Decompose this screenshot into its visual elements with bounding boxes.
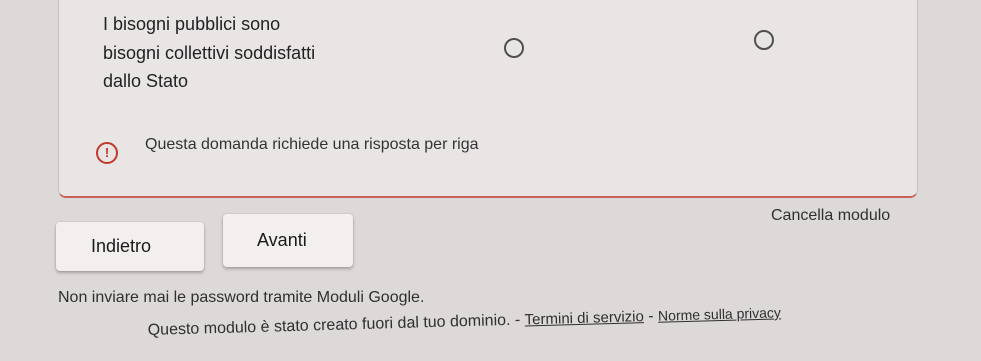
next-button-label: Avanti [257,230,307,250]
back-button[interactable]: Indietro [56,222,204,271]
clear-form-link[interactable]: Cancella modulo [771,207,890,225]
error-message: Questa domanda richiede una risposta per… [145,136,479,153]
row-label-line: I bisogni pubblici sono [103,14,281,34]
terms-link[interactable]: Termini di servizio [524,308,644,328]
row-label-line: dallo Stato [103,71,189,91]
next-button[interactable]: Avanti [223,214,353,267]
error-icon: ! [96,142,118,164]
row-label-line: bisogni collettivi soddisfatti [103,42,316,63]
footer-separator: - [510,311,525,329]
password-warning: Non inviare mai le password tramite Modu… [58,289,425,306]
footer-text: Questo modulo è stato creato fuori dal t… [147,311,511,340]
back-button-label: Indietro [91,236,152,256]
radio-button-col-2[interactable] [754,30,774,50]
footer-separator: - [643,307,659,326]
radio-button-col-1[interactable] [504,38,524,58]
grid-row-label: I bisogni pubblici sono bisogni colletti… [103,10,383,96]
privacy-link[interactable]: Norme sulla privacy [658,304,781,323]
